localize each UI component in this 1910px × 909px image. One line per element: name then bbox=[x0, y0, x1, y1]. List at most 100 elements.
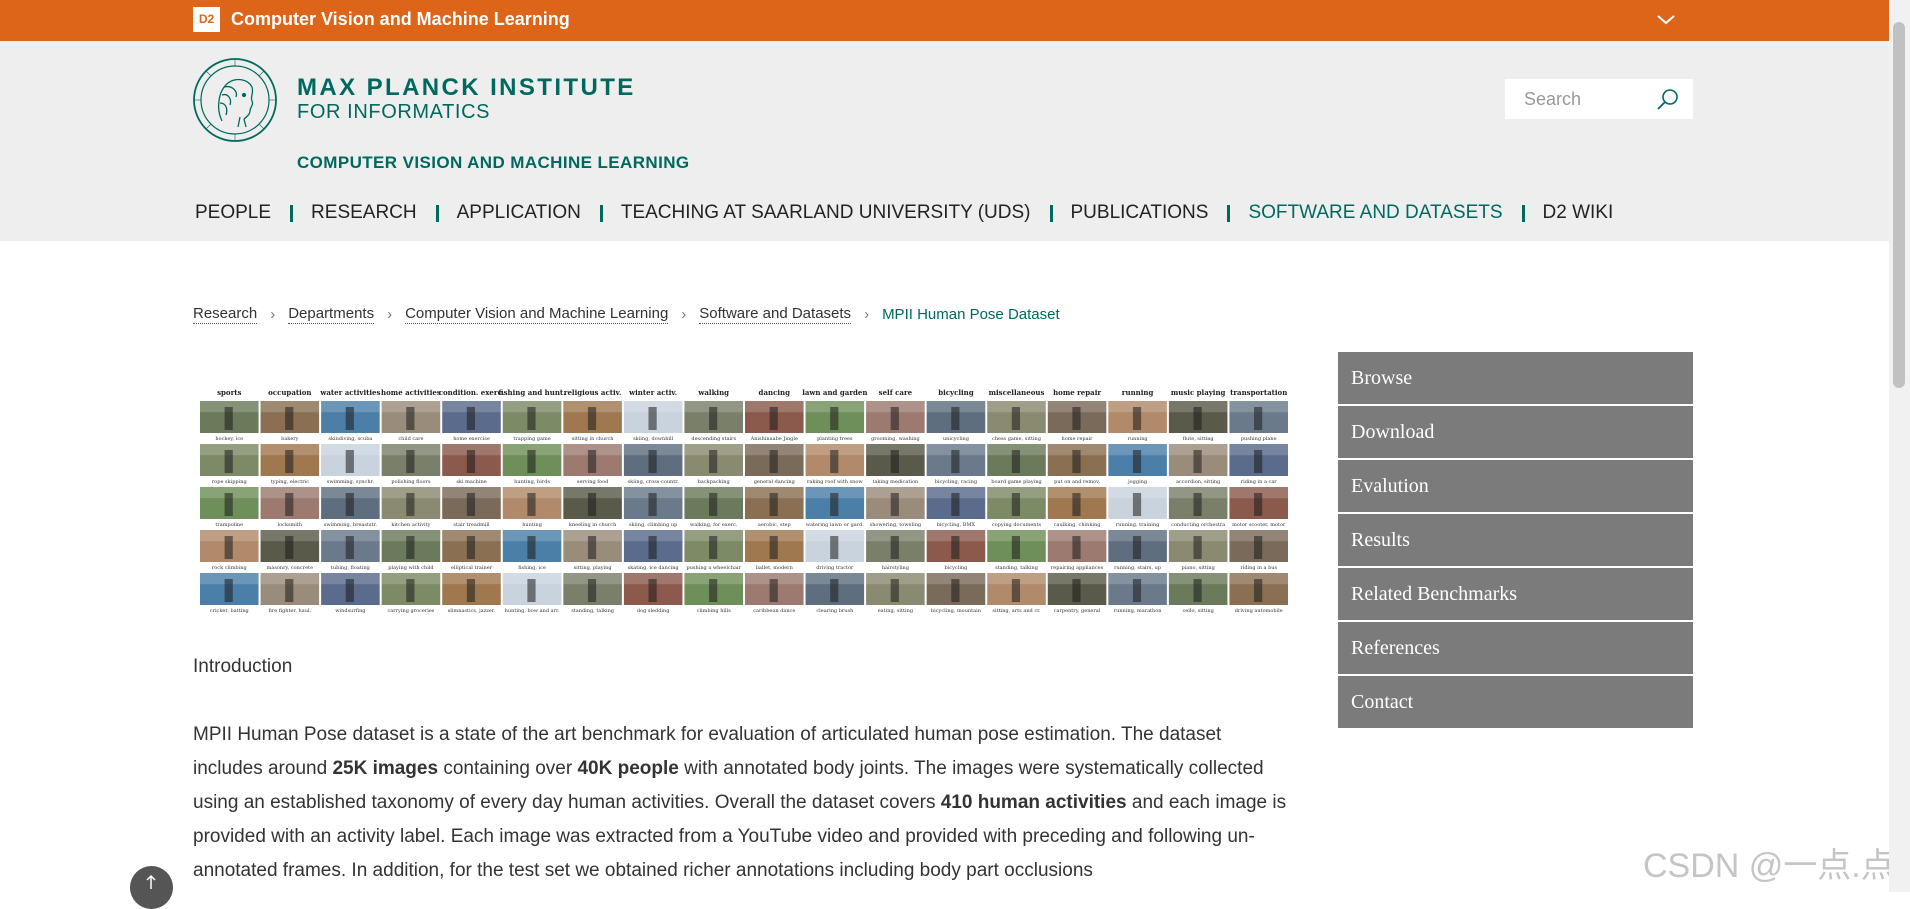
mosaic-activity-caption: repairing appliances bbox=[1051, 565, 1104, 571]
mosaic-person-figure bbox=[890, 493, 899, 516]
mosaic-activity-caption: tubing, floating bbox=[331, 565, 371, 571]
nav-item-teaching[interactable]: TEACHING AT SAARLAND UNIVERSITY (UDS) bbox=[621, 202, 1031, 224]
department-title[interactable]: Computer Vision and Machine Learning bbox=[231, 8, 570, 30]
mosaic-activity-caption: running bbox=[1128, 436, 1149, 442]
mosaic-person-figure bbox=[345, 493, 354, 516]
mosaic-person-figure bbox=[648, 407, 657, 430]
back-to-top-button[interactable] bbox=[130, 866, 173, 909]
breadcrumb-departments[interactable]: Departments bbox=[288, 305, 375, 324]
mosaic-person-figure bbox=[1011, 407, 1021, 430]
mosaic-person-figure bbox=[406, 493, 415, 516]
mosaic-activity-caption: home repair bbox=[1062, 436, 1094, 442]
page-scrollbar[interactable] bbox=[1889, 0, 1910, 892]
mosaic-activity-caption: general dancing bbox=[754, 479, 796, 485]
mosaic-category-label: religious activ. bbox=[564, 388, 622, 397]
mosaic-person-figure bbox=[224, 407, 233, 430]
mosaic-person-figure bbox=[1254, 493, 1263, 516]
sidebar-item-download[interactable]: Download bbox=[1338, 406, 1693, 458]
nav-item-publications[interactable]: PUBLICATIONS bbox=[1071, 202, 1209, 224]
breadcrumb-cvml[interactable]: Computer Vision and Machine Learning bbox=[405, 305, 669, 324]
mosaic-person-figure bbox=[406, 407, 415, 430]
sidebar-item-browse[interactable]: Browse bbox=[1338, 352, 1693, 404]
mosaic-person-figure bbox=[587, 536, 597, 559]
mosaic-person-figure bbox=[830, 450, 839, 473]
mosaic-activity-caption: hunting, bow and arr. bbox=[505, 608, 560, 614]
mosaic-person-figure bbox=[285, 407, 294, 430]
sidebar-item-results[interactable]: Results bbox=[1338, 514, 1693, 566]
search-box[interactable]: Search bbox=[1505, 79, 1693, 119]
mosaic-activity-caption: skiing, cross-countr. bbox=[628, 479, 680, 485]
mosaic-person-figure bbox=[951, 493, 960, 516]
mosaic-person-figure bbox=[224, 493, 233, 516]
mosaic-activity-caption: caribbean dance bbox=[753, 608, 795, 614]
department-name[interactable]: COMPUTER VISION AND MACHINE LEARNING bbox=[297, 153, 690, 173]
mosaic-activity-caption: fire fighter, haul. bbox=[269, 608, 312, 614]
breadcrumb-software-datasets[interactable]: Software and Datasets bbox=[699, 305, 852, 324]
mosaic-activity-caption: jogging bbox=[1127, 479, 1148, 485]
sidebar-item-contact[interactable]: Contact bbox=[1338, 676, 1693, 728]
mosaic-person-figure bbox=[709, 407, 718, 430]
minerva-logo-icon[interactable] bbox=[192, 57, 278, 143]
institute-name-line2[interactable]: FOR INFORMATICS bbox=[297, 101, 490, 124]
mosaic-person-figure bbox=[1072, 579, 1081, 602]
para-bold-activities: 410 human activities bbox=[940, 792, 1127, 813]
mosaic-activity-caption: elliptical trainer bbox=[451, 565, 493, 571]
mosaic-activity-caption: chess game, sitting bbox=[992, 436, 1042, 442]
mosaic-person-figure bbox=[1254, 536, 1263, 559]
mosaic-person-figure bbox=[709, 536, 718, 559]
sidebar-item-references[interactable]: References bbox=[1338, 622, 1693, 674]
activity-mosaic-image: sports occupation water activities home act… bbox=[200, 388, 1288, 614]
mosaic-category-label: music playing bbox=[1171, 388, 1226, 397]
mosaic-activity-caption: backpacking bbox=[698, 479, 731, 485]
scrollbar-thumb[interactable] bbox=[1893, 22, 1905, 388]
mosaic-activity-caption: piano, sitting bbox=[1181, 565, 1215, 571]
institute-name-line1[interactable]: MAX PLANCK INSTITUTE bbox=[297, 74, 636, 102]
mosaic-person-figure bbox=[769, 493, 778, 516]
mosaic-activity-caption: put on and remov. bbox=[1054, 479, 1100, 485]
mosaic-activity-caption: conducting orchestra bbox=[1171, 522, 1225, 528]
nav-separator bbox=[435, 204, 439, 222]
mosaic-category-label: condition. exerc. bbox=[439, 388, 505, 397]
sidebar-item-related-benchmarks[interactable]: Related Benchmarks bbox=[1338, 568, 1693, 620]
mosaic-category-label: lawn and garden bbox=[802, 388, 867, 397]
mosaic-category-label: home repair bbox=[1053, 388, 1101, 397]
mosaic-person-figure bbox=[345, 536, 354, 559]
nav-separator bbox=[1521, 204, 1525, 222]
mosaic-person-figure bbox=[648, 450, 657, 473]
mosaic-person-figure bbox=[406, 579, 415, 602]
nav-item-application[interactable]: APPLICATION bbox=[457, 202, 581, 224]
mosaic-person-figure bbox=[587, 407, 597, 430]
watermark: CSDN @一点.点 bbox=[1643, 847, 1895, 885]
search-placeholder[interactable]: Search bbox=[1524, 89, 1581, 110]
chevron-down-icon[interactable] bbox=[1656, 10, 1676, 30]
nav-item-d2-wiki[interactable]: D2 WIKI bbox=[1543, 202, 1614, 224]
mosaic-person-figure bbox=[1193, 493, 1202, 516]
mosaic-person-figure bbox=[890, 536, 899, 559]
sidebar-item-evalution[interactable]: Evalution bbox=[1338, 460, 1693, 512]
mosaic-activity-caption: bicycling bbox=[945, 565, 969, 571]
search-icon[interactable] bbox=[1655, 87, 1681, 113]
mosaic-activity-caption: riding in a car bbox=[1241, 479, 1278, 485]
nav-item-people[interactable]: PEOPLE bbox=[195, 202, 271, 224]
mosaic-activity-caption: carrying groceries bbox=[388, 608, 435, 614]
mosaic-person-figure bbox=[648, 493, 657, 516]
nav-item-software-datasets[interactable]: SOFTWARE AND DATASETS bbox=[1248, 202, 1502, 224]
mosaic-person-figure bbox=[709, 450, 718, 473]
mosaic-activity-caption: clearing brush bbox=[816, 608, 854, 614]
mosaic-activity-caption: accordion, sitting bbox=[1176, 479, 1221, 485]
breadcrumb-research[interactable]: Research bbox=[193, 305, 258, 324]
mosaic-activity-caption: bicycling, mountain bbox=[931, 608, 982, 614]
mosaic-person-figure bbox=[587, 493, 597, 516]
mosaic-activity-caption: fishing, ice bbox=[518, 565, 546, 571]
main-nav: PEOPLE RESEARCH APPLICATION TEACHING AT … bbox=[195, 201, 1613, 225]
mosaic-person-figure bbox=[1132, 536, 1142, 559]
mosaic-category-label: transportation bbox=[1230, 388, 1287, 397]
mosaic-person-figure bbox=[890, 450, 899, 473]
mosaic-person-figure bbox=[648, 579, 657, 602]
nav-item-research[interactable]: RESEARCH bbox=[311, 202, 417, 224]
mosaic-activity-caption: Anishinaabe Jingle bbox=[750, 436, 798, 442]
mosaic-person-figure bbox=[1132, 450, 1142, 473]
mosaic-person-figure bbox=[466, 450, 476, 473]
mosaic-person-figure bbox=[466, 493, 476, 516]
mosaic-person-figure bbox=[224, 536, 233, 559]
